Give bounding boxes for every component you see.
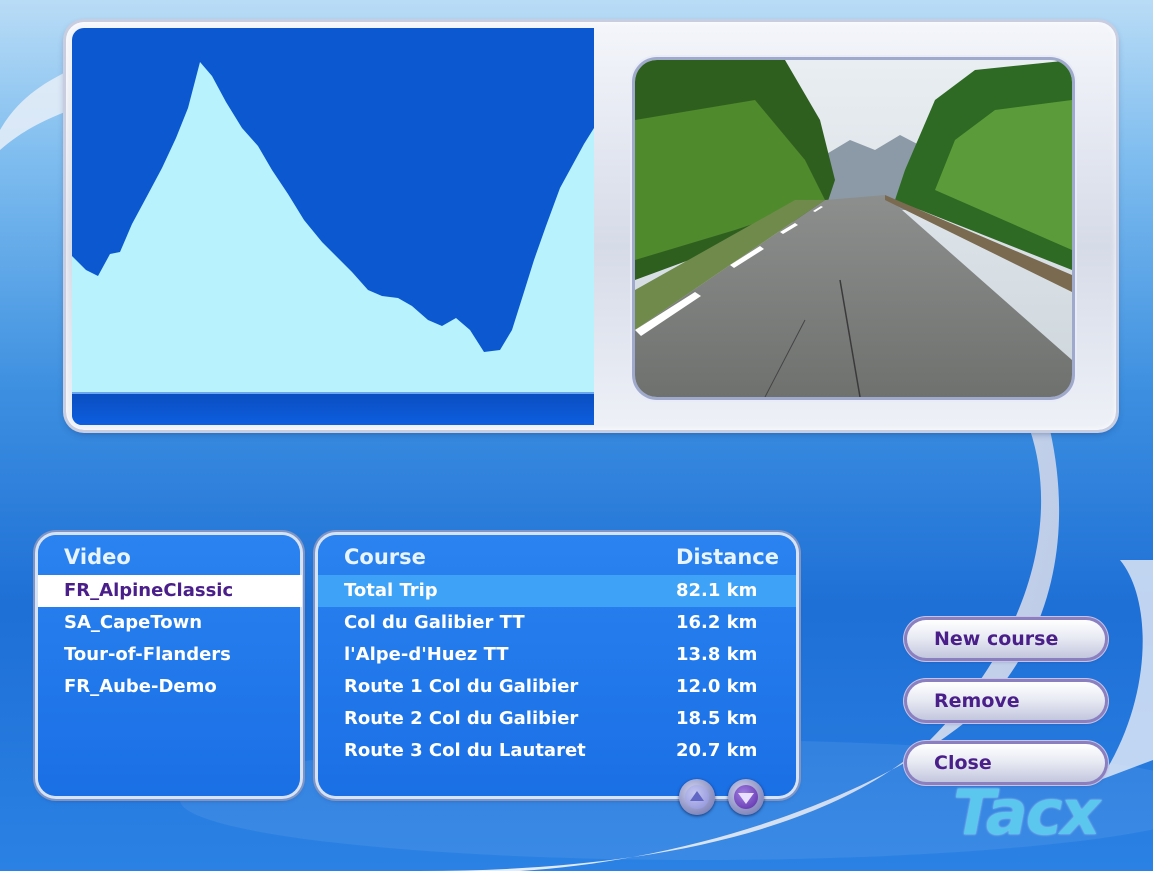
video-list-item[interactable]: FR_AlpineClassic — [38, 575, 302, 607]
scroll-down-button[interactable] — [728, 779, 764, 815]
course-row[interactable]: l'Alpe-d'Huez TT 13.8 km — [318, 639, 796, 671]
profile-scrollbar[interactable] — [72, 392, 594, 425]
elevation-profile — [72, 28, 594, 425]
course-distance: 16.2 km — [676, 612, 758, 633]
course-distance: 12.0 km — [676, 676, 758, 697]
course-row[interactable]: Route 2 Col du Galibier 18.5 km — [318, 703, 796, 735]
video-list-header: Video — [64, 545, 131, 569]
video-list-item[interactable]: FR_Aube-Demo — [38, 671, 300, 703]
elevation-profile-area — [72, 62, 594, 394]
course-list: Total Trip 82.1 km Col du Galibier TT 16… — [318, 575, 796, 767]
course-name: Col du Galibier TT — [344, 612, 525, 633]
scroll-up-button[interactable] — [679, 779, 715, 815]
video-preview — [635, 60, 1072, 397]
video-list-item[interactable]: SA_CapeTown — [38, 607, 300, 639]
course-list-panel: Course Distance Total Trip 82.1 km Col d… — [318, 535, 796, 796]
scroll-down-icon — [734, 785, 758, 809]
course-distance: 18.5 km — [676, 708, 758, 729]
course-name: Route 2 Col du Galibier — [344, 708, 579, 729]
course-row[interactable]: Total Trip 82.1 km — [318, 575, 796, 607]
course-column-header: Course — [344, 545, 426, 569]
course-name: l'Alpe-d'Huez TT — [344, 644, 509, 665]
scroll-up-icon — [685, 785, 709, 809]
course-distance: 13.8 km — [676, 644, 758, 665]
course-distance: 82.1 km — [676, 580, 758, 601]
remove-button[interactable]: Remove — [907, 682, 1105, 720]
course-name: Total Trip — [344, 580, 438, 601]
course-name: Route 1 Col du Galibier — [344, 676, 579, 697]
video-list-item[interactable]: Tour-of-Flanders — [38, 639, 300, 671]
video-list-panel: Video FR_AlpineClassic SA_CapeTown Tour-… — [38, 535, 302, 796]
new-course-button[interactable]: New course — [907, 620, 1105, 658]
video-list: FR_AlpineClassic SA_CapeTown Tour-of-Fla… — [38, 575, 302, 703]
distance-column-header: Distance — [676, 545, 779, 569]
tacx-logo: Tacx — [953, 776, 1101, 849]
course-row[interactable]: Route 3 Col du Lautaret 20.7 km — [318, 735, 796, 767]
course-row[interactable]: Route 1 Col du Galibier 12.0 km — [318, 671, 796, 703]
course-row[interactable]: Col du Galibier TT 16.2 km — [318, 607, 796, 639]
course-name: Route 3 Col du Lautaret — [344, 740, 586, 761]
course-distance: 20.7 km — [676, 740, 758, 761]
